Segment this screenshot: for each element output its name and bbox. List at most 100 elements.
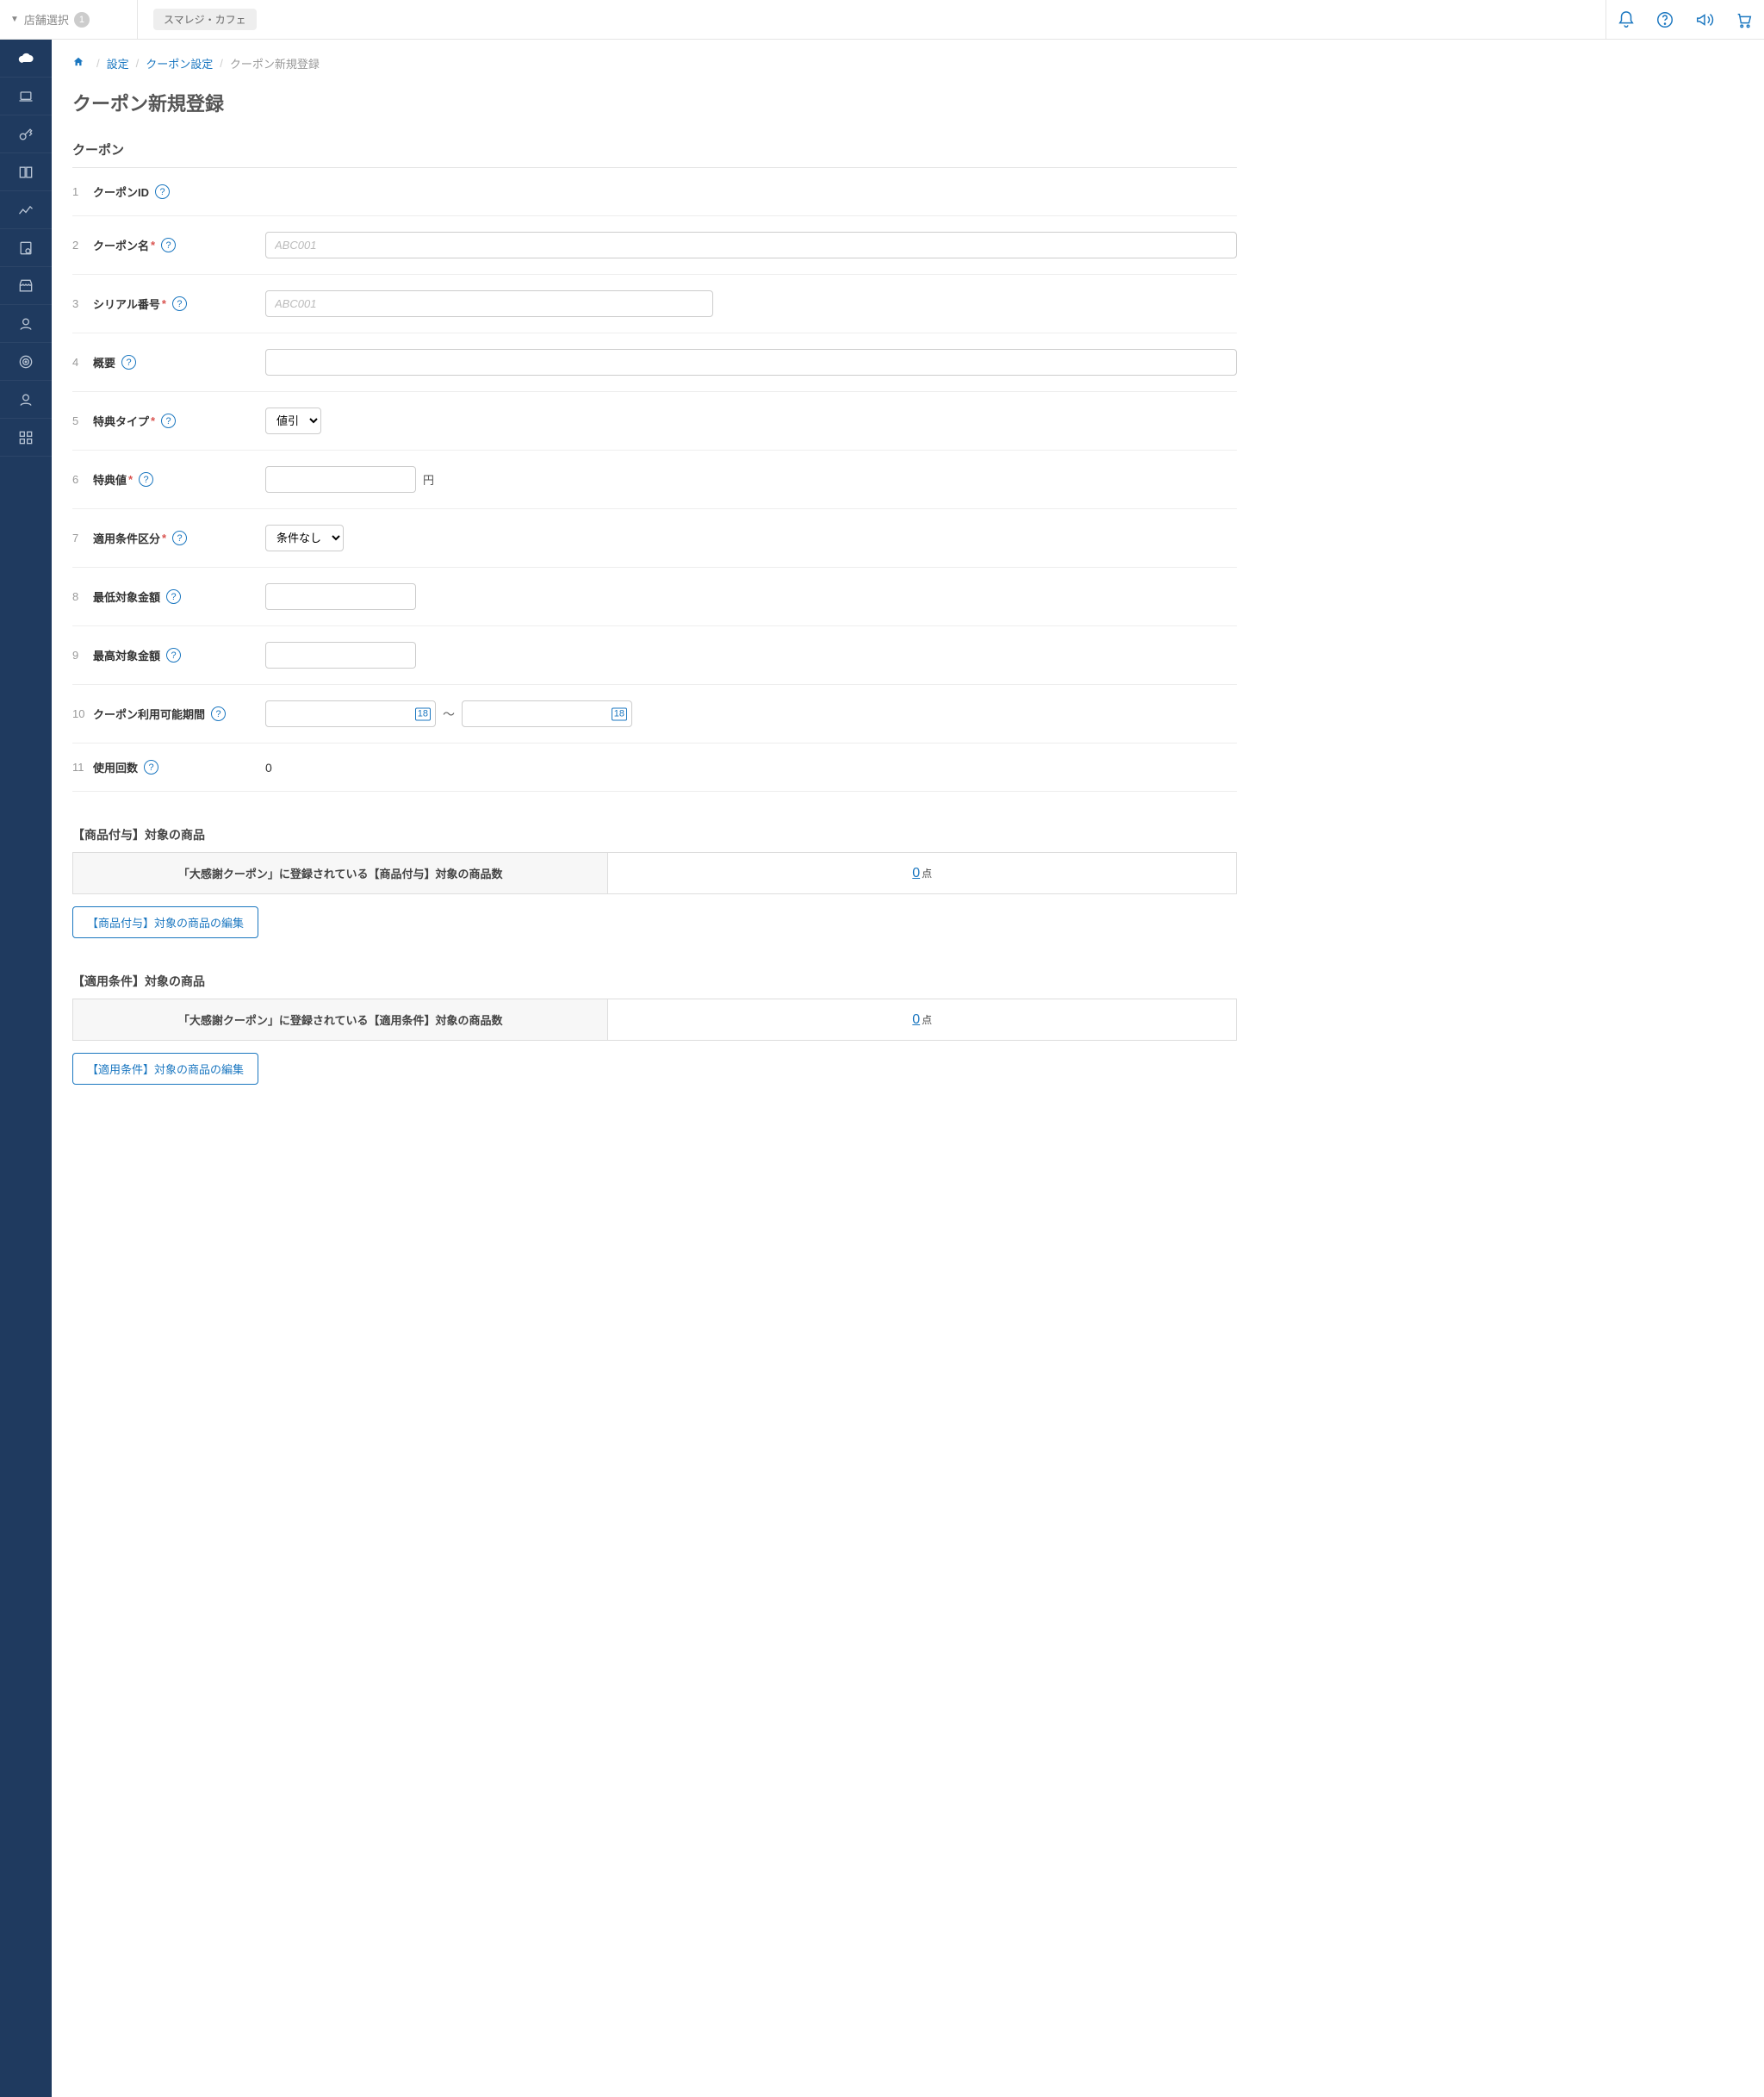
required-mark: * xyxy=(151,414,155,427)
row-min-amount: 8 最低対象金額? xyxy=(72,568,1237,626)
product-grant-table: 「大感謝クーポン」に登録されている【商品付与】対象の商品数 0点 xyxy=(72,852,1237,894)
serial-input[interactable] xyxy=(265,290,713,317)
date-to-input[interactable] xyxy=(462,700,632,727)
sidebar-item-apps[interactable] xyxy=(0,419,52,457)
help-icon[interactable]: ? xyxy=(121,355,136,370)
row-label: 最低対象金額? xyxy=(93,588,265,605)
required-mark: * xyxy=(162,297,166,310)
product-grant-edit-button[interactable]: 【商品付与】対象の商品の編集 xyxy=(72,906,258,938)
row-label: 最高対象金額? xyxy=(93,647,265,663)
store-select-label: 店舗選択 xyxy=(24,11,69,28)
apply-cond-edit-button[interactable]: 【適用条件】対象の商品の編集 xyxy=(72,1053,258,1085)
row-label: クーポン名*? xyxy=(93,237,265,253)
row-field xyxy=(265,642,1237,669)
sidebar xyxy=(0,40,52,2097)
sidebar-item-store[interactable] xyxy=(0,267,52,305)
cart-icon[interactable] xyxy=(1724,0,1764,40)
top-icons xyxy=(1606,0,1764,40)
coupon-section-title: クーポン xyxy=(72,140,1237,159)
dropdown-triangle-icon: ▼ xyxy=(10,15,19,24)
row-field: 円 xyxy=(265,466,1237,493)
store-select[interactable]: ▼ 店舗選択 1 xyxy=(0,0,138,40)
help-icon[interactable]: ? xyxy=(172,296,187,311)
max-amount-input[interactable] xyxy=(265,642,416,669)
min-amount-input[interactable] xyxy=(265,583,416,610)
help-icon[interactable]: ? xyxy=(166,648,181,663)
announcement-icon[interactable] xyxy=(1685,0,1724,40)
sidebar-item-customer[interactable] xyxy=(0,381,52,419)
help-icon[interactable]: ? xyxy=(211,706,226,721)
help-icon[interactable]: ? xyxy=(139,472,153,487)
breadcrumb-settings[interactable]: 設定 xyxy=(107,55,129,72)
help-icon[interactable]: ? xyxy=(155,184,170,199)
row-field: 0 xyxy=(265,761,1237,775)
apply-cond-select[interactable]: 条件なし xyxy=(265,525,344,551)
date-from-input[interactable] xyxy=(265,700,436,727)
required-mark: * xyxy=(151,239,155,252)
row-field xyxy=(265,290,1237,317)
help-icon[interactable]: ? xyxy=(172,531,187,545)
row-field xyxy=(265,583,1237,610)
count-unit: 点 xyxy=(922,1014,932,1026)
apply-cond-title: 【適用条件】対象の商品 xyxy=(72,973,1237,990)
help-icon[interactable]: ? xyxy=(161,414,176,428)
sidebar-item-analytics[interactable] xyxy=(0,191,52,229)
current-store-pill[interactable]: スマレジ・カフェ xyxy=(153,9,257,30)
sidebar-item-register[interactable] xyxy=(0,78,52,115)
row-coupon-id: 1 クーポンID? xyxy=(72,168,1237,216)
product-grant-count-link[interactable]: 0 xyxy=(912,866,920,880)
row-num: 8 xyxy=(72,590,93,603)
summary-input[interactable] xyxy=(265,349,1237,376)
row-field: 18 〜 18 xyxy=(265,700,1237,727)
row-field: 条件なし xyxy=(265,525,1237,551)
apply-cond-section: 【適用条件】対象の商品 「大感謝クーポン」に登録されている【適用条件】対象の商品… xyxy=(72,973,1237,1085)
row-label: 使用回数? xyxy=(93,759,265,775)
required-mark: * xyxy=(162,532,166,544)
benefit-type-select[interactable]: 値引 xyxy=(265,408,321,434)
product-grant-count-cell: 0点 xyxy=(608,853,1237,894)
row-num: 6 xyxy=(72,473,93,486)
sidebar-item-staff[interactable] xyxy=(0,305,52,343)
breadcrumb-sep: / xyxy=(96,57,100,70)
row-num: 10 xyxy=(72,707,93,720)
home-icon[interactable] xyxy=(72,56,84,71)
top-bar: ▼ 店舗選択 1 スマレジ・カフェ xyxy=(0,0,1764,40)
row-label: 特典値*? xyxy=(93,471,265,488)
sidebar-item-cloud[interactable] xyxy=(0,40,52,78)
help-icon[interactable]: ? xyxy=(144,760,158,775)
required-mark: * xyxy=(128,473,133,486)
store-count-badge: 1 xyxy=(74,12,90,28)
breadcrumb-sep: / xyxy=(136,57,140,70)
row-period: 10 クーポン利用可能期間? 18 〜 18 xyxy=(72,685,1237,744)
breadcrumb-coupon-settings[interactable]: クーポン設定 xyxy=(146,55,213,72)
help-icon[interactable]: ? xyxy=(166,589,181,604)
row-label: 特典タイプ*? xyxy=(93,413,265,429)
help-icon[interactable]: ? xyxy=(161,238,176,252)
unit-label: 円 xyxy=(423,471,434,488)
sidebar-item-book[interactable] xyxy=(0,153,52,191)
row-field xyxy=(265,349,1237,376)
row-num: 2 xyxy=(72,239,93,252)
breadcrumb: / 設定 / クーポン設定 / クーポン新規登録 xyxy=(72,55,1237,72)
count-unit: 点 xyxy=(922,868,932,880)
breadcrumb-sep: / xyxy=(220,57,223,70)
row-num: 9 xyxy=(72,649,93,662)
sidebar-item-key[interactable] xyxy=(0,115,52,153)
coupon-name-input[interactable] xyxy=(265,232,1237,258)
row-coupon-name: 2 クーポン名*? xyxy=(72,216,1237,275)
product-grant-title: 【商品付与】対象の商品 xyxy=(72,826,1237,843)
row-num: 1 xyxy=(72,185,93,198)
use-count-value: 0 xyxy=(265,761,272,775)
row-num: 4 xyxy=(72,356,93,369)
sidebar-item-report[interactable] xyxy=(0,229,52,267)
row-label: 概要? xyxy=(93,354,265,370)
date-from-wrap: 18 xyxy=(265,700,436,727)
row-apply-cond: 7 適用条件区分*? 条件なし xyxy=(72,509,1237,568)
sidebar-item-target[interactable] xyxy=(0,343,52,381)
product-grant-desc: 「大感謝クーポン」に登録されている【商品付与】対象の商品数 xyxy=(73,853,608,894)
row-benefit-value: 6 特典値*? 円 xyxy=(72,451,1237,509)
apply-cond-count-link[interactable]: 0 xyxy=(912,1012,920,1027)
notifications-icon[interactable] xyxy=(1606,0,1645,40)
benefit-value-input[interactable] xyxy=(265,466,416,493)
help-icon[interactable] xyxy=(1645,0,1685,40)
